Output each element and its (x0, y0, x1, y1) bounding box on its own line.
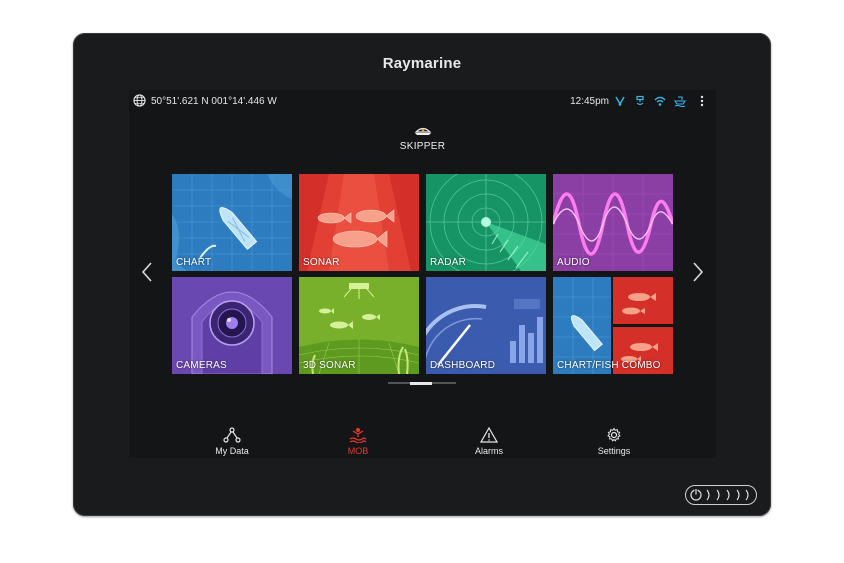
warning-triangle-icon (480, 427, 498, 443)
app-tile-sonar[interactable]: SONAR (299, 174, 419, 271)
app-tile-chart-fish-combo[interactable]: CHART/FISH COMBO (553, 277, 673, 374)
app-tile-chart[interactable]: CHART (172, 174, 292, 271)
share-nodes-icon (223, 427, 241, 443)
page-indicator-current (410, 381, 432, 385)
gps-icon[interactable] (614, 95, 626, 107)
clock: 12:45pm (570, 96, 609, 107)
position-readout[interactable]: 50°51'.621 N 001°14'.446 W (151, 96, 277, 107)
mob-button[interactable]: MOB (318, 427, 398, 456)
boat-icon[interactable] (674, 95, 686, 107)
app-tile-3d-sonar[interactable]: 3D SONAR (299, 277, 419, 374)
status-bar: 50°51'.621 N 001°14'.446 W 12:45pm (129, 90, 716, 112)
tile-label: 3D SONAR (303, 360, 356, 371)
next-page-arrow[interactable] (690, 260, 706, 284)
my-data-button[interactable]: My Data (192, 427, 272, 456)
user-profile[interactable]: SKIPPER (129, 125, 716, 152)
previous-page-arrow[interactable] (139, 260, 155, 284)
profile-name: SKIPPER (399, 141, 446, 152)
my-data-label: My Data (215, 446, 249, 456)
tile-label: RADAR (430, 257, 467, 268)
tile-label: SONAR (303, 257, 340, 268)
more-vertical-icon[interactable] (696, 95, 708, 107)
settings-label: Settings (597, 446, 631, 456)
tile-label: CHART (176, 257, 212, 268)
mob-label: MOB (347, 446, 369, 456)
wifi-icon[interactable] (654, 95, 666, 107)
alarms-button[interactable]: Alarms (449, 427, 529, 456)
brand-logo: Raymarine (382, 55, 462, 72)
globe-icon[interactable] (133, 94, 146, 107)
gear-icon (607, 427, 621, 442)
settings-button[interactable]: Settings (574, 427, 654, 456)
man-overboard-icon (349, 428, 367, 443)
alarms-label: Alarms (474, 446, 503, 456)
page-indicator (388, 381, 456, 385)
app-tile-dashboard[interactable]: DASHBOARD (426, 277, 546, 374)
touchscreen[interactable]: 50°51'.621 N 001°14'.446 W 12:45pm SKIPP… (129, 90, 716, 458)
tile-label: AUDIO (557, 257, 590, 268)
app-tile-cameras[interactable]: CAMERAS (172, 277, 292, 374)
captain-hat-icon (414, 127, 431, 135)
app-tile-radar[interactable]: RADAR (426, 174, 546, 271)
tile-label: CAMERAS (176, 360, 227, 371)
app-tile-audio[interactable]: AUDIO (553, 174, 673, 271)
mfd-device: Raymarine 50°51'.621 N 001°14'.446 W 12:… (73, 33, 771, 516)
sonar-icon[interactable] (634, 95, 646, 107)
power-button-cluster[interactable] (685, 485, 757, 505)
tile-label: DASHBOARD (430, 360, 496, 371)
power-brightness-buttons (690, 489, 749, 501)
tile-label: CHART/FISH COMBO (557, 360, 661, 371)
